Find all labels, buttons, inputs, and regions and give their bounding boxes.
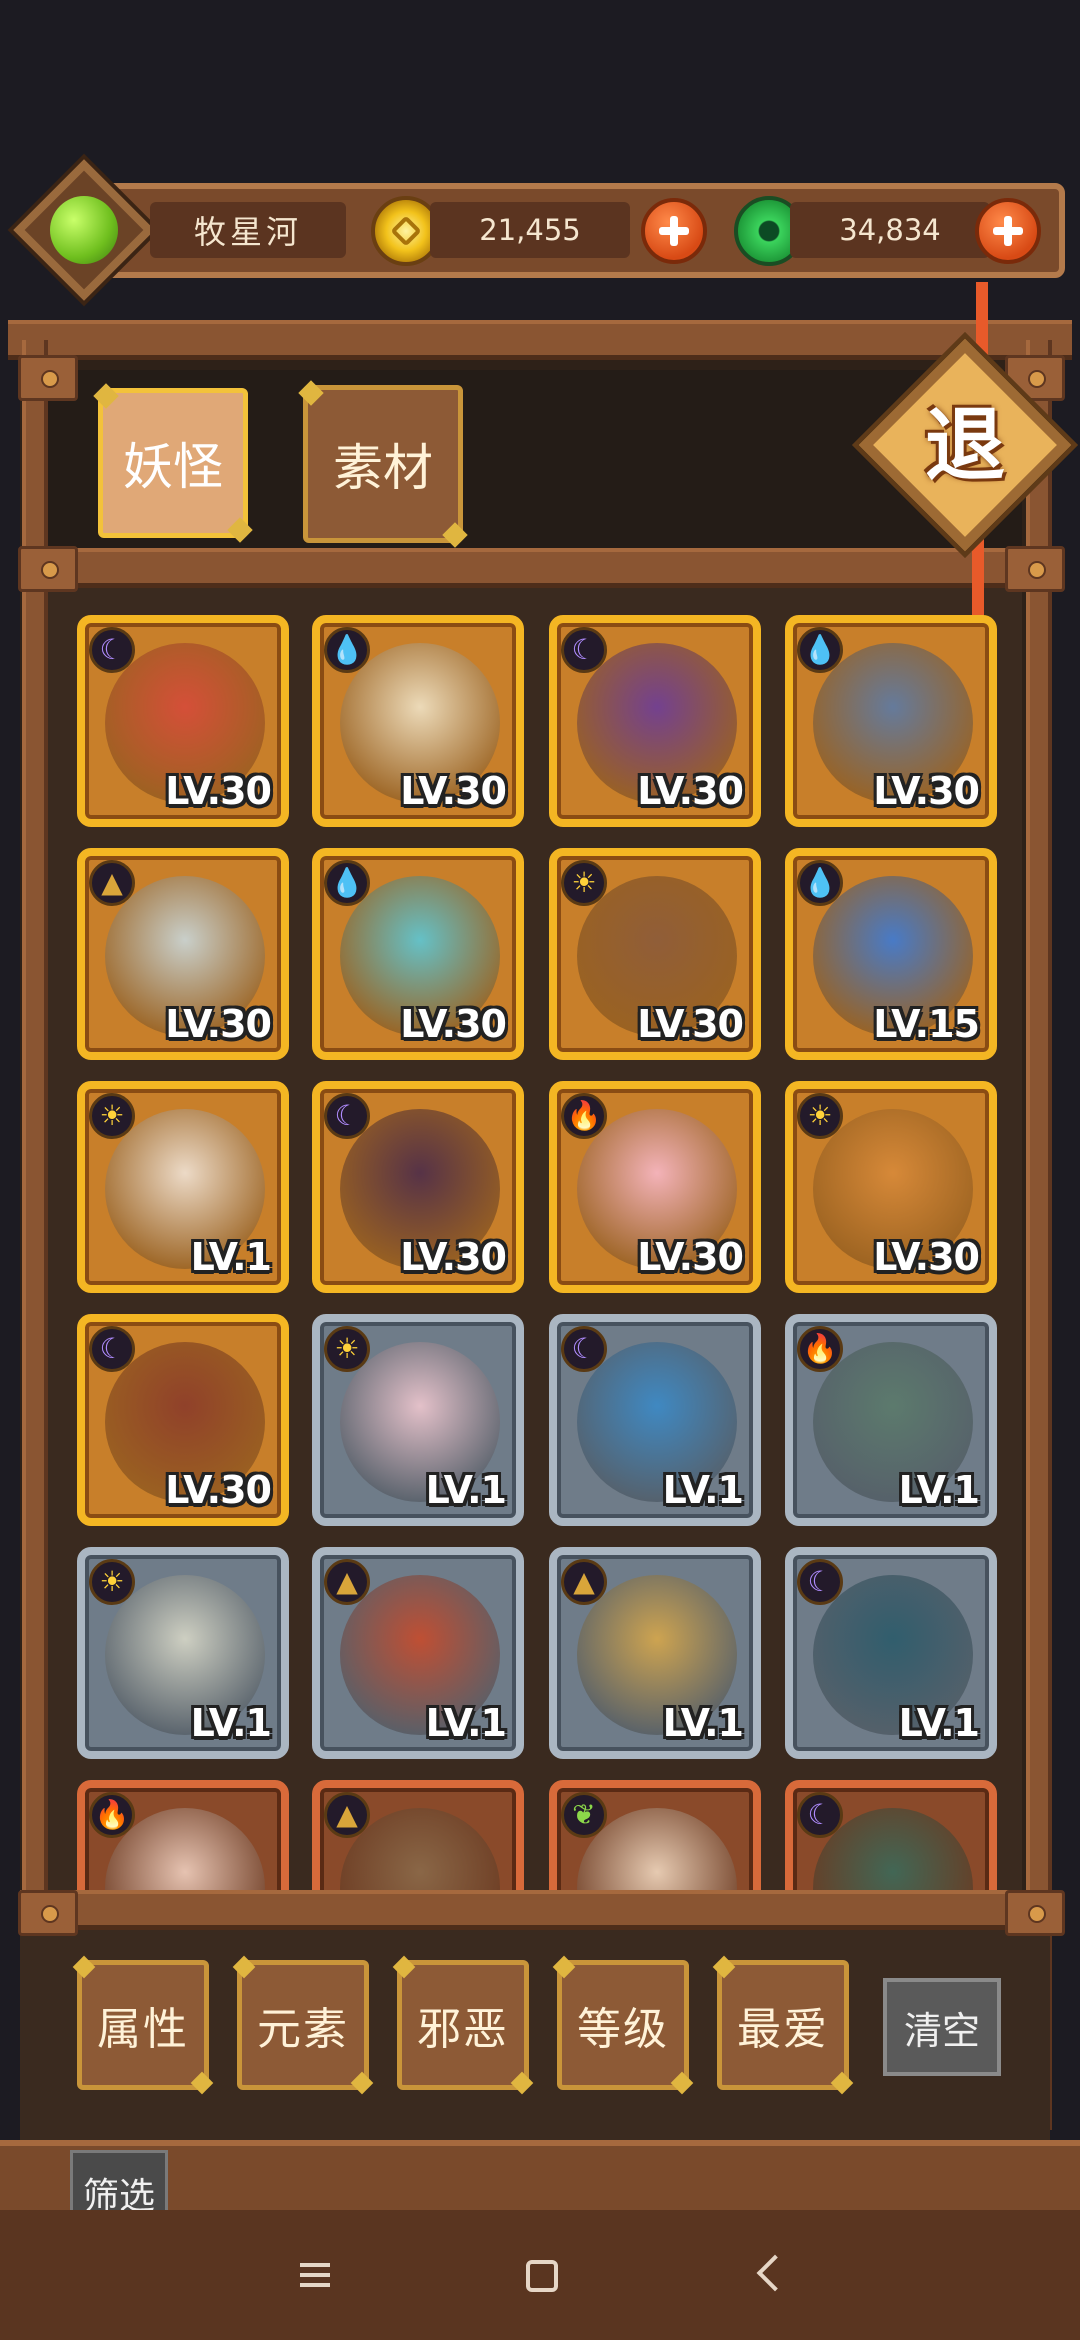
monster-card[interactable]: ☾ LV.30 xyxy=(77,615,289,827)
player-avatar-icon xyxy=(50,196,118,264)
water-element-icon: 💧 xyxy=(797,627,843,673)
moon-element-icon: ☾ xyxy=(324,1093,370,1139)
moon-element-icon: ☾ xyxy=(561,1326,607,1372)
monster-level: LV.30 xyxy=(400,1002,507,1046)
bolt-decor xyxy=(1005,546,1065,592)
bolt-decor xyxy=(1005,1890,1065,1936)
gold-amount: 21,455 xyxy=(430,202,630,258)
add-jade-button[interactable] xyxy=(975,198,1041,264)
bolt-decor xyxy=(18,546,78,592)
monster-level: LV.1 xyxy=(190,1701,272,1745)
monster-card[interactable]: ☾ LV.30 xyxy=(312,1081,524,1293)
water-element-icon: 💧 xyxy=(797,860,843,906)
frame-right-post xyxy=(1026,340,1052,2130)
monster-level: LV.30 xyxy=(165,769,272,813)
monster-level: LV.1 xyxy=(662,1468,744,1512)
monster-level: LV.30 xyxy=(637,1002,744,1046)
home-icon[interactable] xyxy=(526,2260,558,2292)
frame-lower-beam xyxy=(20,1890,1050,1930)
monster-card[interactable]: 🔥 LV.30 xyxy=(549,1081,761,1293)
monster-card[interactable]: ☀ LV.1 xyxy=(77,1547,289,1759)
monster-card[interactable]: ▲ xyxy=(312,1780,524,1905)
monster-level: LV.1 xyxy=(898,1701,980,1745)
sun-element-icon: ☀ xyxy=(561,860,607,906)
monster-card[interactable]: 💧 LV.30 xyxy=(785,615,997,827)
monster-card[interactable]: 🔥 LV.1 xyxy=(785,1314,997,1526)
monster-card[interactable]: ☀ LV.1 xyxy=(312,1314,524,1526)
earth-element-icon: ▲ xyxy=(561,1559,607,1605)
monster-card[interactable]: ☾ LV.1 xyxy=(785,1547,997,1759)
sun-element-icon: ☀ xyxy=(324,1326,370,1372)
monster-card[interactable]: ☀ LV.1 xyxy=(77,1081,289,1293)
sun-element-icon: ☀ xyxy=(797,1093,843,1139)
filter-evil-button[interactable]: 邪恶 xyxy=(397,1960,529,2090)
monster-level: LV.1 xyxy=(190,1235,272,1279)
monster-card[interactable]: 💧 LV.15 xyxy=(785,848,997,1060)
monster-card[interactable]: ☾ LV.1 xyxy=(549,1314,761,1526)
fire-element-icon: 🔥 xyxy=(797,1326,843,1372)
monster-card[interactable]: ☀ LV.30 xyxy=(549,848,761,1060)
bolt-decor xyxy=(18,355,78,401)
back-button-label: 退 xyxy=(925,398,1005,492)
monster-card[interactable]: 💧 LV.30 xyxy=(312,615,524,827)
monster-card[interactable]: ☾ LV.30 xyxy=(549,615,761,827)
monster-level: LV.30 xyxy=(873,1235,980,1279)
monster-card[interactable]: ▲ LV.30 xyxy=(77,848,289,1060)
filter-attribute-button[interactable]: 属性 xyxy=(77,1960,209,2090)
fire-element-icon: 🔥 xyxy=(561,1093,607,1139)
monster-card[interactable]: 💧 LV.30 xyxy=(312,848,524,1060)
moon-element-icon: ☾ xyxy=(797,1792,843,1838)
sun-element-icon: ☀ xyxy=(89,1093,135,1139)
monster-level: LV.30 xyxy=(165,1002,272,1046)
filter-element-button[interactable]: 元素 xyxy=(237,1960,369,2090)
monster-level: LV.30 xyxy=(637,1235,744,1279)
water-element-icon: 💧 xyxy=(324,860,370,906)
monster-card[interactable]: ☾ LV.30 xyxy=(77,1314,289,1526)
frame-top-beam xyxy=(8,320,1072,360)
moon-element-icon: ☾ xyxy=(89,627,135,673)
frame-mid-beam xyxy=(20,548,1030,588)
sun-element-icon: ☀ xyxy=(89,1559,135,1605)
monster-level: LV.1 xyxy=(425,1701,507,1745)
monster-level: LV.30 xyxy=(873,769,980,813)
earth-element-icon: ▲ xyxy=(324,1792,370,1838)
recent-apps-icon[interactable] xyxy=(286,2245,346,2305)
tab-materials[interactable]: 素材 xyxy=(303,385,463,543)
monster-level: LV.1 xyxy=(898,1468,980,1512)
moon-element-icon: ☾ xyxy=(797,1559,843,1605)
monster-card[interactable]: ▲ LV.1 xyxy=(312,1547,524,1759)
jade-amount: 34,834 xyxy=(790,202,990,258)
monster-card[interactable]: ☾ xyxy=(785,1780,997,1905)
water-element-icon: 💧 xyxy=(324,627,370,673)
monster-card[interactable]: 🔥 xyxy=(77,1780,289,1905)
monster-card[interactable]: ▲ LV.1 xyxy=(549,1547,761,1759)
earth-element-icon: ▲ xyxy=(324,1559,370,1605)
player-name: 牧星河 xyxy=(150,202,346,258)
monster-card[interactable]: ❦ xyxy=(549,1780,761,1905)
monster-card[interactable]: ☀ LV.30 xyxy=(785,1081,997,1293)
monster-level: LV.15 xyxy=(873,1002,980,1046)
moon-element-icon: ☾ xyxy=(561,627,607,673)
clear-filter-button[interactable]: 清空 xyxy=(883,1978,1001,2076)
sign-rope xyxy=(976,282,988,362)
tab-yokai[interactable]: 妖怪 xyxy=(98,388,248,538)
monster-level: LV.30 xyxy=(400,1235,507,1279)
moon-element-icon: ☾ xyxy=(89,1326,135,1372)
fire-element-icon: 🔥 xyxy=(89,1792,135,1838)
monster-level: LV.1 xyxy=(662,1701,744,1745)
player-avatar[interactable] xyxy=(13,159,155,301)
leaf-element-icon: ❦ xyxy=(561,1792,607,1838)
filter-level-button[interactable]: 等级 xyxy=(557,1960,689,2090)
monster-level: LV.30 xyxy=(400,769,507,813)
monster-level: LV.1 xyxy=(425,1468,507,1512)
frame-left-post xyxy=(22,340,48,2130)
filter-favorite-button[interactable]: 最爱 xyxy=(717,1960,849,2090)
monster-level: LV.30 xyxy=(637,769,744,813)
bolt-decor xyxy=(18,1890,78,1936)
add-gold-button[interactable] xyxy=(641,198,707,264)
monster-level: LV.30 xyxy=(165,1468,272,1512)
earth-element-icon: ▲ xyxy=(89,860,135,906)
